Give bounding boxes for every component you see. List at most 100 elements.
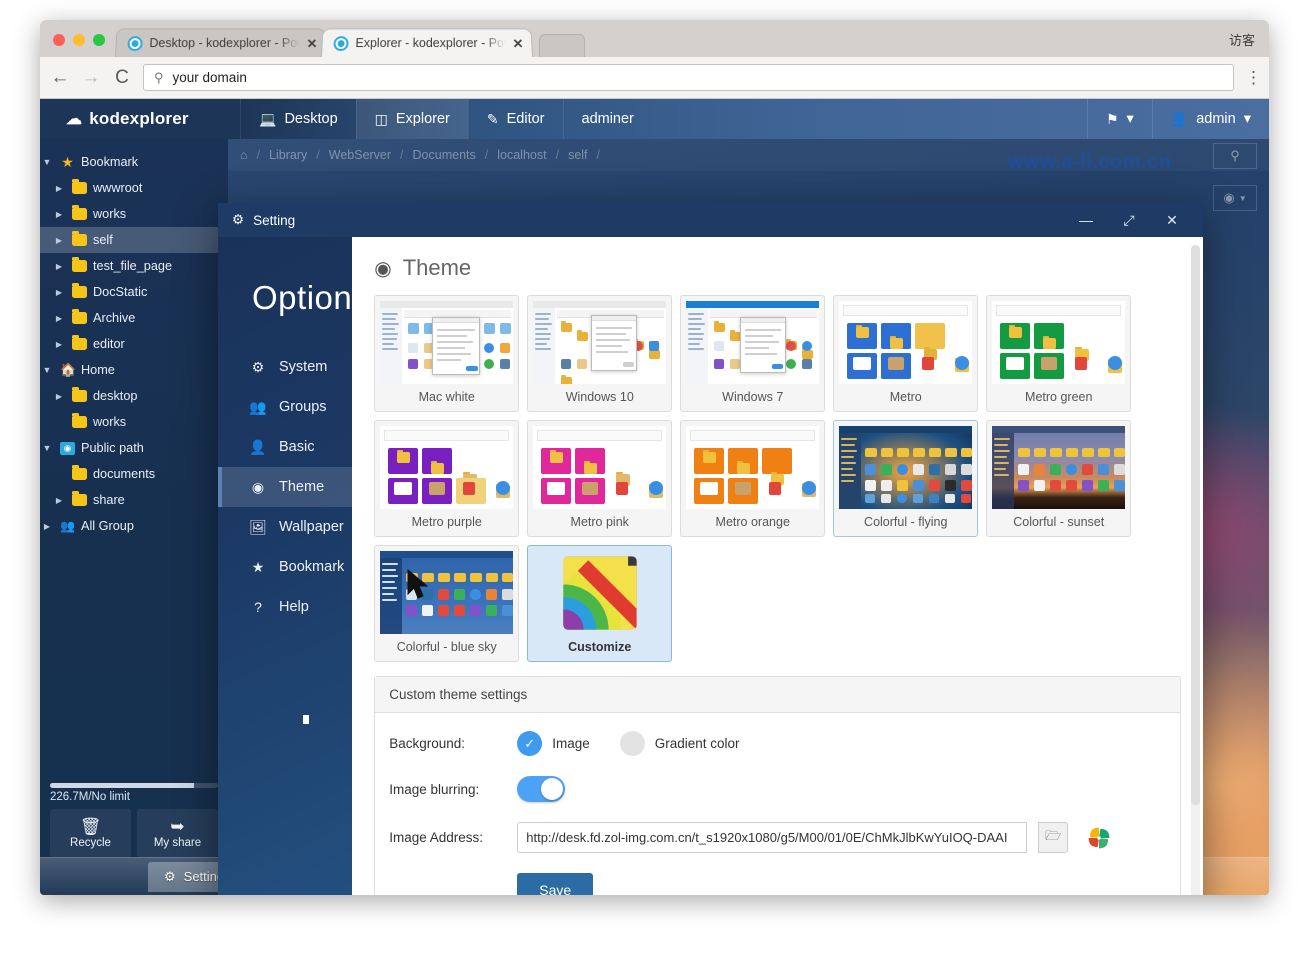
folder-icon [72, 309, 87, 324]
home-icon[interactable]: ⌂ [240, 148, 248, 162]
tree-node-desktop[interactable]: ▶ desktop [40, 383, 228, 409]
breadcrumb-item-localhost[interactable]: localhost [497, 148, 546, 162]
nav-item-desktop[interactable]: 💻 Desktop [240, 99, 356, 139]
twisty-icon[interactable]: ▶ [52, 262, 66, 271]
dialog-titlebar[interactable]: ⚙ Setting — ⤢ ✕ [218, 203, 1203, 237]
tree-node-documents[interactable]: documents [40, 461, 228, 487]
nav-item-editor[interactable]: ✎ Editor [467, 99, 563, 139]
pinwheel-icon[interactable] [1086, 825, 1112, 851]
tree-node-bookmark[interactable]: ▼ ★ Bookmark [40, 149, 228, 175]
radio-option-gradient[interactable]: Gradient color [619, 731, 740, 756]
twisty-icon[interactable]: ▼ [40, 443, 54, 453]
twisty-icon[interactable]: ▶ [52, 236, 66, 245]
tree-node-works[interactable]: ▶ works [40, 201, 228, 227]
language-menu[interactable]: ⚑ ▾ [1086, 99, 1152, 139]
browser-menu-icon[interactable]: ⋮ [1245, 68, 1262, 88]
theme-card-windows-7[interactable]: Windows 7 [680, 295, 826, 412]
minimize-window-button[interactable] [73, 34, 85, 46]
forward-icon[interactable]: → [81, 68, 101, 87]
theme-card-colorful-blue-sky[interactable]: Colorful - blue sky [374, 545, 520, 662]
reload-icon[interactable]: C [112, 68, 132, 87]
tree-node-all-group[interactable]: ▶ 👥 All Group [40, 513, 228, 539]
theme-card-metro-orange[interactable]: Metro orange [680, 420, 826, 537]
breadcrumb-item-self[interactable]: self [568, 148, 587, 162]
dialog-scrollbar[interactable] [1191, 245, 1200, 895]
palette-icon: ◉ [251, 478, 265, 495]
theme-thumbnail [533, 426, 667, 509]
theme-card-metro[interactable]: Metro [833, 295, 979, 412]
my-share-button[interactable]: ➥ My share [137, 809, 218, 857]
theme-dropdown[interactable]: ◉ ▼ [1213, 185, 1257, 211]
twisty-icon[interactable]: ▶ [52, 392, 66, 401]
twisty-icon[interactable]: ▶ [52, 210, 66, 219]
dialog-menu-system[interactable]: ⚙ System [218, 347, 352, 387]
breadcrumb-item-documents[interactable]: Documents [413, 148, 476, 162]
breadcrumb-item-webserver[interactable]: WebServer [329, 148, 391, 162]
theme-card-colorful-flying[interactable]: Colorful - flying [833, 420, 979, 537]
save-button[interactable]: Save [517, 873, 594, 895]
twisty-icon[interactable]: ▶ [52, 340, 66, 349]
maximize-window-button[interactable] [93, 34, 105, 46]
theme-card-metro-green[interactable]: Metro green [986, 295, 1132, 412]
dialog-close-button[interactable]: ✕ [1155, 212, 1189, 229]
browser-tab-2[interactable]: Explorer - kodexplorer - Power ✕ [321, 28, 533, 57]
menu-label: Bookmark [279, 559, 345, 575]
recycle-button[interactable]: 🗑 Recycle [50, 809, 131, 857]
tree-node-docstatic[interactable]: ▶ DocStatic [40, 279, 228, 305]
dialog-menu-wallpaper[interactable]: 🖼 Wallpaper [218, 507, 352, 547]
nav-item-adminer[interactable]: adminer [562, 99, 652, 139]
dialog-menu-groups[interactable]: 👥 Groups [218, 387, 352, 427]
tree-node-home[interactable]: ▼ 🏠 Home [40, 357, 228, 383]
image-blurring-toggle[interactable] [517, 776, 566, 802]
back-icon[interactable]: ← [50, 68, 70, 87]
twisty-icon[interactable]: ▶ [52, 496, 66, 505]
search-icon[interactable]: ⚲ [1213, 143, 1257, 169]
theme-card-colorful-sunset[interactable]: Colorful - sunset [986, 420, 1132, 537]
twisty-icon[interactable]: ▶ [52, 184, 66, 193]
close-window-button[interactable] [53, 34, 65, 46]
theme-card-metro-pink[interactable]: Metro pink [527, 420, 673, 537]
user-icon: 👤 [249, 438, 267, 455]
twisty-icon[interactable]: ▶ [40, 522, 54, 531]
dialog-menu-basic[interactable]: 👤 Basic [218, 427, 352, 467]
browser-tab-1[interactable]: Desktop - kodexplorer - Power ✕ [115, 28, 327, 57]
image-address-input[interactable] [517, 822, 1028, 853]
dialog-maximize-button[interactable]: ⤢ [1112, 212, 1146, 229]
dialog-menu-theme[interactable]: ◉ Theme [218, 467, 353, 507]
dialog-menu-bookmark[interactable]: ★ Bookmark [218, 547, 352, 587]
profile-label[interactable]: 访客 [1229, 30, 1255, 49]
dialog-menu-help[interactable]: ? Help [218, 587, 352, 627]
close-icon[interactable]: ✕ [512, 36, 523, 51]
theme-card-customize[interactable]: Customize [527, 545, 673, 662]
brand-label: kodexplorer [89, 109, 189, 128]
theme-card-mac-white[interactable]: Mac white [374, 295, 520, 412]
tree-node-share[interactable]: ▶ share [40, 487, 228, 513]
address-bar[interactable]: ⚲ your domain [143, 64, 1234, 91]
kodexplorer-page: ☁ kodexplorer 💻 Desktop ◫ Explorer ✎ Edi… [40, 99, 1269, 895]
app-brand[interactable]: ☁ kodexplorer [40, 99, 240, 139]
window-traffic-lights[interactable] [48, 34, 115, 57]
nav-item-explorer[interactable]: ◫ Explorer [355, 99, 468, 139]
tree-node-test-file-page[interactable]: ▶ test_file_page [40, 253, 228, 279]
twisty-icon[interactable]: ▶ [52, 288, 66, 297]
folder-open-icon[interactable]: 🗁 [1038, 822, 1069, 853]
radio-option-image[interactable]: ✓ Image [517, 731, 590, 756]
twisty-icon[interactable]: ▶ [52, 314, 66, 323]
radio-gradient-input[interactable] [619, 731, 645, 756]
tree-node-archive[interactable]: ▶ Archive [40, 305, 228, 331]
tree-node-wwwroot[interactable]: ▶ wwwroot [40, 175, 228, 201]
close-icon[interactable]: ✕ [306, 36, 317, 51]
new-tab-button[interactable] [539, 34, 585, 57]
tree-node-home-works[interactable]: works [40, 409, 228, 435]
dialog-minimize-button[interactable]: — [1069, 212, 1103, 228]
tree-node-public-path[interactable]: ▼ ◉ Public path [40, 435, 228, 461]
radio-image-input[interactable]: ✓ [517, 731, 543, 756]
twisty-icon[interactable]: ▼ [40, 157, 54, 167]
theme-card-metro-purple[interactable]: Metro purple [374, 420, 520, 537]
tree-node-self[interactable]: ▶ self [40, 227, 228, 253]
tree-node-editor[interactable]: ▶ editor [40, 331, 228, 357]
user-menu[interactable]: 👤 admin ▾ [1151, 99, 1269, 139]
breadcrumb-item-library[interactable]: Library [269, 148, 307, 162]
theme-card-windows-10[interactable]: Windows 10 [527, 295, 673, 412]
twisty-icon[interactable]: ▼ [40, 365, 54, 375]
